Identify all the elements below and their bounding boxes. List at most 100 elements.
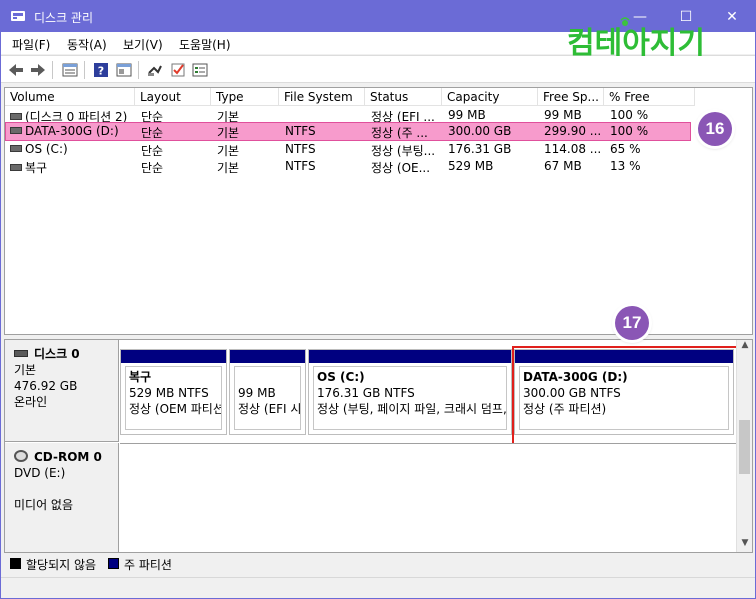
col-header-volume[interactable]: Volume bbox=[5, 88, 135, 106]
back-button[interactable] bbox=[7, 61, 25, 79]
step-badge-17: 17 bbox=[615, 306, 649, 340]
legend-label-unallocated: 할당되지 않음 bbox=[26, 558, 97, 572]
legend-label-primary: 주 파티션 bbox=[124, 558, 172, 572]
volume-icon bbox=[10, 127, 22, 134]
volume-icon bbox=[10, 145, 22, 152]
partition-size: 176.31 GB NTFS bbox=[317, 386, 415, 400]
status-cell: 정상 (주 ... bbox=[371, 126, 428, 140]
filesystem-cell: NTFS bbox=[285, 124, 316, 138]
highlight-box bbox=[512, 346, 743, 445]
connect-icon bbox=[148, 65, 162, 76]
partition-efi[interactable]: 99 MB 정상 (EFI 시스템 파티션) bbox=[229, 349, 306, 435]
layout-cell: 단순 bbox=[141, 161, 164, 175]
capacity-cell: 529 MB bbox=[448, 159, 494, 173]
partition-size: 99 MB bbox=[238, 386, 276, 400]
volume-name-cell: 복구 bbox=[10, 159, 134, 176]
forward-button[interactable] bbox=[29, 61, 47, 79]
volume-icon bbox=[10, 113, 22, 120]
col-header-layout[interactable]: Layout bbox=[135, 88, 211, 106]
properties-button[interactable] bbox=[115, 61, 133, 79]
disk-0-type: 기본 bbox=[14, 363, 37, 377]
partition-recovery[interactable]: 복구 529 MB NTFS 정상 (OEM 파티션) bbox=[120, 349, 227, 435]
show-list-button[interactable] bbox=[61, 61, 79, 79]
menu-action[interactable]: 동작(A) bbox=[67, 36, 107, 53]
type-cell: 기본 bbox=[217, 144, 240, 158]
toolbar-separator bbox=[138, 61, 139, 79]
watermark-logo: 컴테아지기 bbox=[567, 17, 727, 61]
partition-os-c[interactable]: OS (C:) 176.31 GB NTFS 정상 (부팅, 페이지 파일, 크… bbox=[308, 349, 512, 435]
properties-sheet-button[interactable] bbox=[191, 61, 209, 79]
toolbar: ? bbox=[1, 55, 755, 83]
primary-partition-bar bbox=[230, 350, 305, 363]
type-cell: 기본 bbox=[217, 161, 240, 175]
help-button[interactable]: ? bbox=[92, 61, 110, 79]
cdrom-0-type: DVD (E:) bbox=[14, 466, 66, 480]
volume-row[interactable]: 복구 단순 기본 NTFS 정상 (OE... 529 MB 67 MB 13 … bbox=[5, 158, 752, 175]
menu-file[interactable]: 파일(F) bbox=[12, 36, 50, 53]
type-cell: 기본 bbox=[217, 126, 240, 140]
properties-icon bbox=[116, 63, 132, 77]
cdrom-empty-area bbox=[120, 443, 737, 552]
scroll-down-icon[interactable]: ▼ bbox=[737, 538, 752, 552]
window-title: 디스크 관리 bbox=[34, 11, 94, 25]
free-space-cell: 299.90 ... bbox=[544, 124, 602, 138]
volume-name: 복구 bbox=[25, 161, 48, 175]
capacity-cell: 99 MB bbox=[448, 108, 486, 122]
volume-row[interactable]: OS (C:) 단순 기본 NTFS 정상 (부팅... 176.31 GB 1… bbox=[5, 141, 752, 158]
cdrom-0-label[interactable]: CD-ROM 0 DVD (E:) 미디어 없음 bbox=[5, 443, 119, 552]
connect-button[interactable] bbox=[146, 61, 164, 79]
volume-name-cell: OS (C:) bbox=[10, 142, 134, 156]
forward-icon bbox=[31, 64, 45, 76]
col-header-free-space[interactable]: Free Sp... bbox=[538, 88, 604, 106]
percent-free-cell: 13 % bbox=[610, 159, 641, 173]
menu-help[interactable]: 도움말(H) bbox=[179, 36, 231, 53]
layout-cell: 단순 bbox=[141, 126, 164, 140]
volume-row-selected[interactable]: DATA-300G (D:) 단순 기본 NTFS 정상 (주 ... 300.… bbox=[5, 122, 691, 141]
scroll-up-icon[interactable]: ▲ bbox=[737, 340, 752, 354]
menu-view[interactable]: 보기(V) bbox=[123, 36, 163, 53]
percent-free-cell: 100 % bbox=[610, 108, 649, 122]
percent-free-cell: 100 % bbox=[610, 124, 649, 138]
volume-list[interactable]: Volume Layout Type File System Status Ca… bbox=[4, 87, 753, 335]
cdrom-icon bbox=[14, 450, 28, 462]
partition-status: 정상 (부팅, 페이지 파일, 크래시 덤프, 주 파티션) bbox=[317, 402, 507, 416]
disk-map-scrollbar[interactable]: ▲ ▼ bbox=[736, 340, 752, 552]
disk-map: 디스크 0 기본 476.92 GB 온라인 복구 529 MB NTFS 정상… bbox=[4, 339, 753, 553]
primary-partition-bar bbox=[121, 350, 226, 363]
cdrom-0-name: CD-ROM 0 bbox=[34, 450, 102, 464]
disk-management-window: 디스크 관리 — ☐ ✕ 파일(F) 동작(A) 보기(V) 도움말(H) ? bbox=[0, 0, 756, 599]
properties-sheet-icon bbox=[192, 63, 208, 77]
back-icon bbox=[9, 64, 23, 76]
partition-name bbox=[238, 369, 300, 385]
layout-cell: 단순 bbox=[141, 144, 164, 158]
scroll-thumb[interactable] bbox=[739, 420, 750, 474]
check-button[interactable] bbox=[169, 61, 187, 79]
status-cell: 정상 (OE... bbox=[371, 161, 431, 175]
watermark-logo-graphic: 컴테아지기 bbox=[567, 17, 705, 61]
close-icon: ✕ bbox=[726, 8, 738, 25]
volume-icon bbox=[10, 164, 22, 171]
help-icon: ? bbox=[94, 63, 108, 78]
toolbar-separator bbox=[52, 61, 53, 79]
disk-0-label[interactable]: 디스크 0 기본 476.92 GB 온라인 bbox=[5, 340, 119, 442]
cdrom-0-state: 미디어 없음 bbox=[14, 498, 74, 512]
volume-name: DATA-300G (D:) bbox=[25, 124, 119, 138]
free-space-cell: 67 MB bbox=[544, 159, 582, 173]
col-header-percent-free[interactable]: % Free bbox=[604, 88, 695, 106]
col-header-capacity[interactable]: Capacity bbox=[442, 88, 538, 106]
partition-status: 정상 (EFI 시스템 파티션) bbox=[238, 402, 301, 416]
svg-text:?: ? bbox=[98, 65, 104, 78]
col-header-status[interactable]: Status bbox=[365, 88, 442, 106]
disk-management-app-icon bbox=[11, 11, 25, 21]
capacity-cell: 176.31 GB bbox=[448, 142, 512, 156]
status-cell: 정상 (부팅... bbox=[371, 144, 436, 158]
partition-status: 정상 (OEM 파티션) bbox=[129, 402, 222, 416]
partition-name: 복구 bbox=[129, 370, 152, 384]
col-header-type[interactable]: Type bbox=[211, 88, 279, 106]
filesystem-cell: NTFS bbox=[285, 159, 316, 173]
watermark-text: 컴테아지기 bbox=[567, 26, 705, 59]
disk-0-size: 476.92 GB bbox=[14, 379, 78, 393]
legend: 할당되지 않음 주 파티션 bbox=[4, 554, 753, 574]
primary-partition-bar bbox=[309, 350, 511, 363]
col-header-filesystem[interactable]: File System bbox=[279, 88, 365, 106]
